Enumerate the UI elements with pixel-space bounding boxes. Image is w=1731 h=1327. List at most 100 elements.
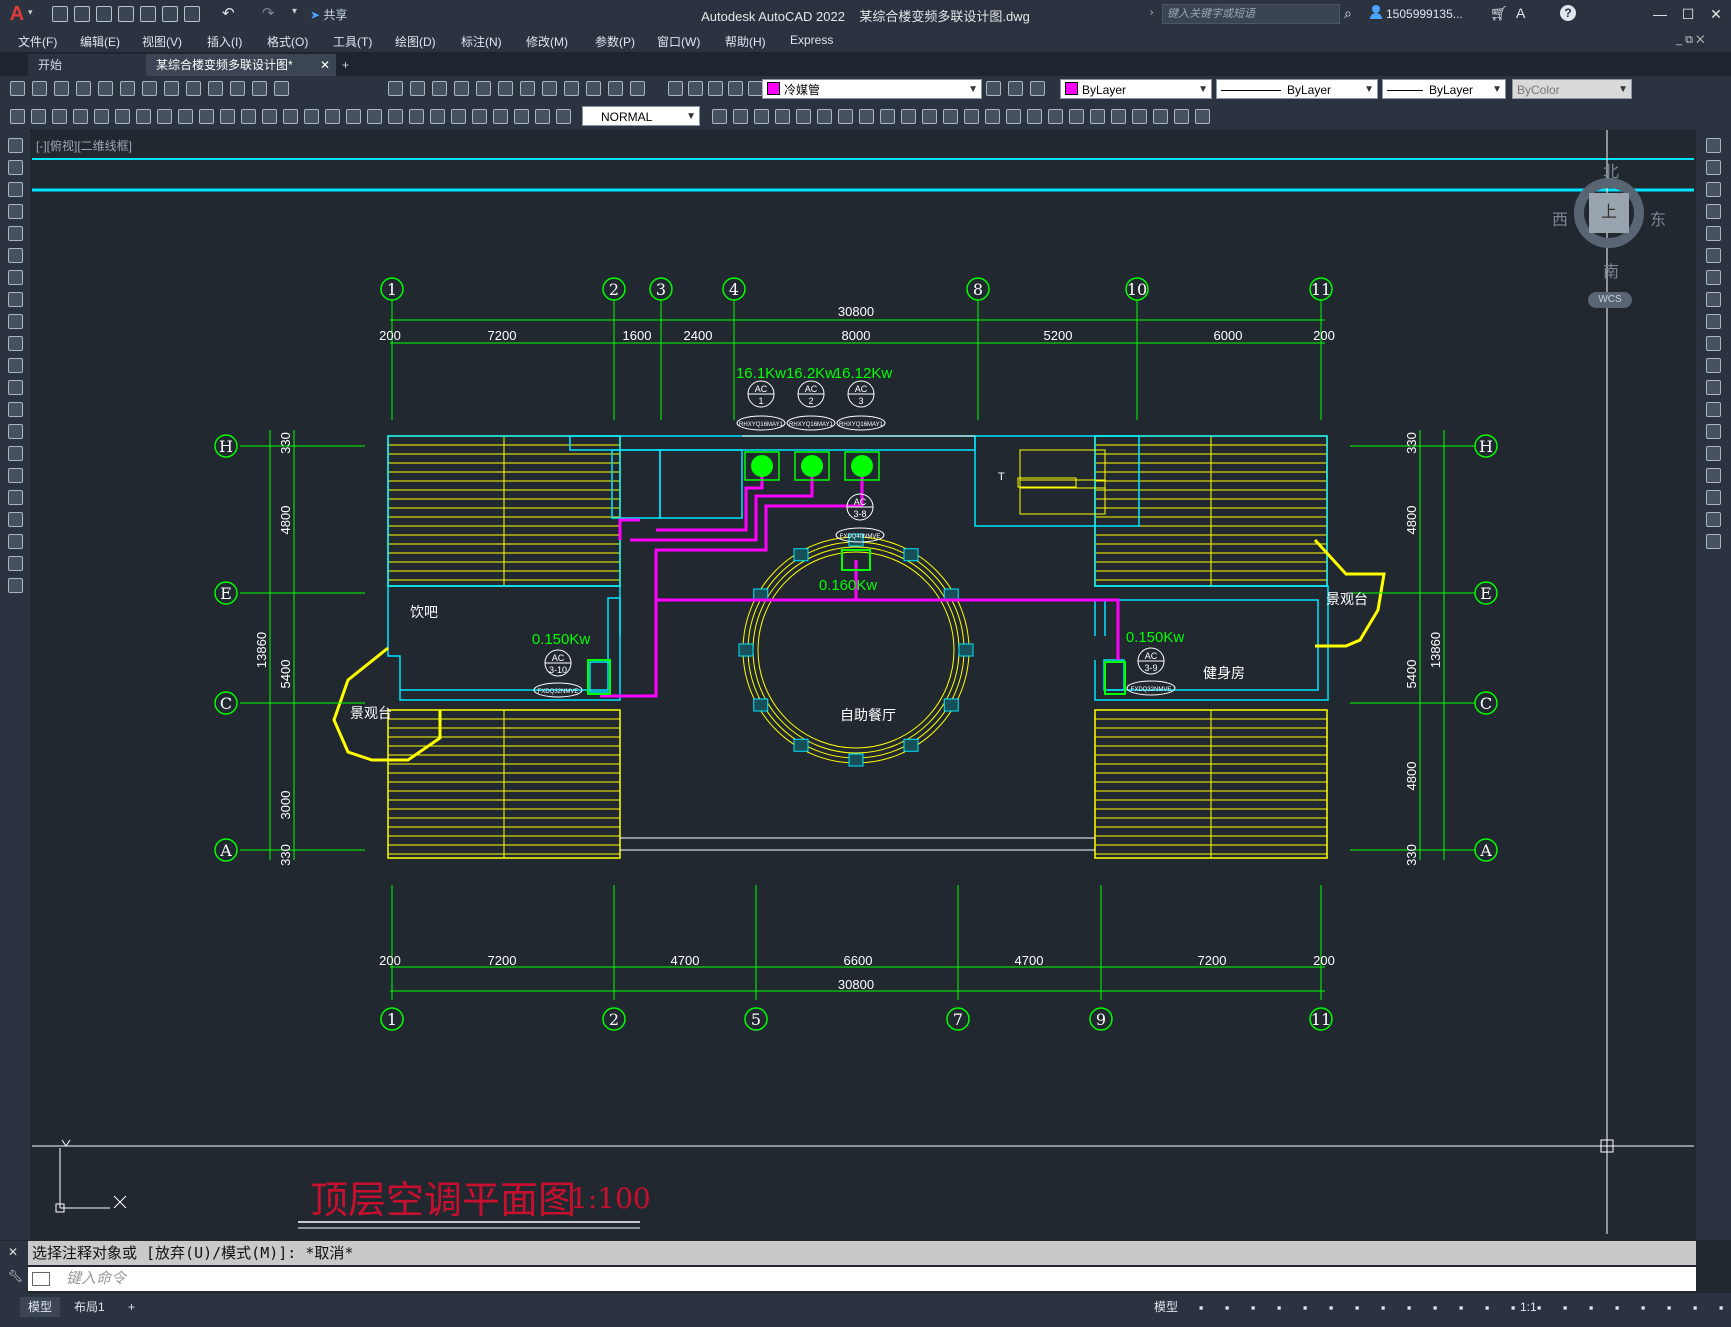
modify-tool-icon[interactable] [1706,182,1721,197]
draw-tool-icon[interactable] [52,109,67,124]
compass-north[interactable]: 北 [1603,158,1619,182]
tab-layout1[interactable]: 布局1 [66,1297,113,1317]
standard-tool-icon[interactable] [630,81,645,96]
add-layout-icon[interactable]: + [120,1297,143,1317]
draw-tool-icon[interactable] [220,109,235,124]
draw-tool-icon[interactable] [115,109,130,124]
modify-tool-icon[interactable] [1706,402,1721,417]
draw-tool-icon[interactable] [346,109,361,124]
layer-dropdown[interactable]: 冷媒管 ▼ [762,79,982,99]
standard-tool-icon[interactable] [564,81,579,96]
standard-tool-icon[interactable] [410,81,425,96]
menu-edit[interactable]: 编辑(E) [80,33,120,50]
modify-tool-icon[interactable] [1706,248,1721,263]
linetype-dropdown[interactable]: ByLayer ▼ [1216,79,1378,99]
draw-tool-icon[interactable] [8,512,23,527]
draw-tool-icon[interactable] [880,109,895,124]
drawing-canvas[interactable]: T 30800 200 7200 1600 2400 8000 5200 600… [32,130,1694,1234]
standard-tool-icon[interactable] [498,81,513,96]
standard-tool-icon[interactable] [120,81,135,96]
status-toggle-icon[interactable]: ▪ [1374,1299,1392,1317]
standard-tool-icon[interactable] [708,81,723,96]
modify-tool-icon[interactable] [1706,512,1721,527]
standard-tool-icon[interactable] [208,81,223,96]
wcs-menu[interactable]: WCS [1588,292,1632,308]
standard-tool-icon[interactable] [76,81,91,96]
status-toggle-icon[interactable]: ▪ [1400,1299,1418,1317]
draw-tool-icon[interactable] [8,358,23,373]
menu-parametric[interactable]: 参数(P) [595,33,635,50]
draw-tool-icon[interactable] [325,109,340,124]
maximize-window-button[interactable]: ☐ [1676,4,1700,24]
menu-draw[interactable]: 绘图(D) [395,33,436,50]
draw-tool-icon[interactable] [1090,109,1105,124]
draw-tool-icon[interactable] [241,109,256,124]
draw-tool-icon[interactable] [817,109,832,124]
draw-tool-icon[interactable] [1006,109,1021,124]
draw-tool-icon[interactable] [8,578,23,593]
draw-tool-icon[interactable] [1174,109,1189,124]
draw-tool-icon[interactable] [262,109,277,124]
modify-tool-icon[interactable] [1706,270,1721,285]
draw-tool-icon[interactable] [8,226,23,241]
draw-tool-icon[interactable] [556,109,571,124]
view-cube-face-top[interactable]: 上 [1589,193,1629,233]
draw-tool-icon[interactable] [985,109,1000,124]
draw-tool-icon[interactable] [8,402,23,417]
customize-command-icon[interactable]: 🔧︎ [8,1269,23,1283]
dimstyle-dropdown[interactable]: NORMAL ▼ [582,106,700,126]
draw-tool-icon[interactable] [754,109,769,124]
standard-tool-icon[interactable] [186,81,201,96]
draw-tool-icon[interactable] [10,109,25,124]
draw-tool-icon[interactable] [451,109,466,124]
modify-tool-icon[interactable] [1706,424,1721,439]
standard-tool-icon[interactable] [98,81,113,96]
draw-tool-icon[interactable] [8,204,23,219]
status-toggle-icon[interactable]: ▪ [1556,1299,1574,1317]
standard-tool-icon[interactable] [748,81,763,96]
help-icon[interactable]: ? [1560,5,1576,21]
status-toggle-icon[interactable]: ▪ [1504,1299,1522,1317]
status-toggle-icon[interactable]: ▪ [1322,1299,1340,1317]
draw-tool-icon[interactable] [1111,109,1126,124]
modify-tool-icon[interactable] [1706,468,1721,483]
status-toggle-icon[interactable]: ▪ [1452,1299,1470,1317]
menu-dimension[interactable]: 标注(N) [461,33,502,50]
draw-tool-icon[interactable] [838,109,853,124]
close-command-line-icon[interactable]: ✕ [8,1245,18,1259]
draw-tool-icon[interactable] [388,109,403,124]
search-icon[interactable]: ⌕ [1344,5,1352,22]
draw-tool-icon[interactable] [964,109,979,124]
cart-icon[interactable]: 🛒︎ [1490,5,1508,22]
standard-tool-icon[interactable] [10,81,25,96]
draw-tool-icon[interactable] [943,109,958,124]
draw-tool-icon[interactable] [157,109,172,124]
draw-tool-icon[interactable] [535,109,550,124]
user-account[interactable]: 1505999135... [1386,7,1463,21]
draw-tool-icon[interactable] [8,248,23,263]
menu-modify[interactable]: 修改(M) [526,33,568,50]
draw-tool-icon[interactable] [8,490,23,505]
standard-tool-icon[interactable] [142,81,157,96]
view-cube[interactable]: 上 北 南 西 东 WCS [1552,150,1666,308]
modify-tool-icon[interactable] [1706,534,1721,549]
status-toggle-icon[interactable]: ▪ [1270,1299,1288,1317]
standard-tool-icon[interactable] [688,81,703,96]
draw-tool-icon[interactable] [94,109,109,124]
draw-tool-icon[interactable] [775,109,790,124]
standard-tool-icon[interactable] [668,81,683,96]
status-toggle-icon[interactable]: ▪ [1192,1299,1210,1317]
standard-tool-icon[interactable] [1008,81,1023,96]
modify-tool-icon[interactable] [1706,336,1721,351]
tab-model[interactable]: 模型 [20,1297,61,1317]
draw-tool-icon[interactable] [1069,109,1084,124]
standard-tool-icon[interactable] [388,81,403,96]
standard-tool-icon[interactable] [164,81,179,96]
plotstyle-dropdown[interactable]: ByColor ▼ [1512,79,1632,99]
standard-tool-icon[interactable] [608,81,623,96]
modify-tool-icon[interactable] [1706,446,1721,461]
draw-tool-icon[interactable] [8,336,23,351]
draw-tool-icon[interactable] [8,380,23,395]
standard-tool-icon[interactable] [728,81,743,96]
autodesk-apps-icon[interactable]: A [1516,5,1525,21]
